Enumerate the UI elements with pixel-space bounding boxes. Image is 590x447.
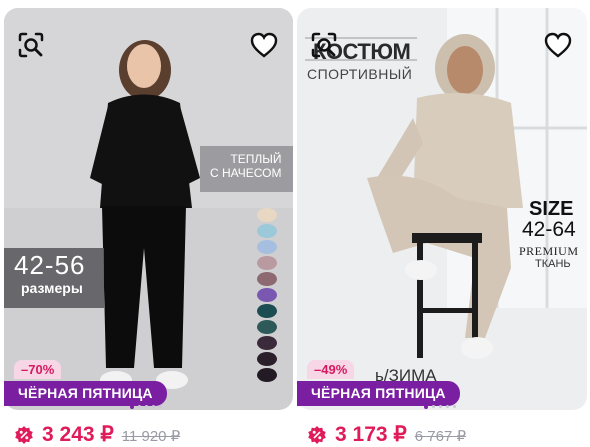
color-swatch xyxy=(257,304,277,318)
product-card[interactable]: ТЕПЛЫЙ С НАЧЕСОМ 42-56 размеры –70% ЧЁРН… xyxy=(4,8,293,447)
price-row: 3 173 ₽ 6 767 ₽ xyxy=(307,422,466,447)
discount-percent-icon xyxy=(308,425,326,444)
carousel-dot xyxy=(424,405,428,409)
color-swatch xyxy=(257,336,277,350)
favorite-heart-icon[interactable] xyxy=(249,30,279,60)
carousel-dots xyxy=(424,405,456,411)
product-photo[interactable]: КОСТЮМ СПОРТИВНЫЙ SIZE 42-64 PREMIUM ТКА… xyxy=(297,8,587,410)
carousel-dot xyxy=(152,405,155,408)
color-swatch xyxy=(257,256,277,270)
color-swatch xyxy=(257,224,277,238)
carousel-dot xyxy=(446,405,449,408)
zoom-search-icon[interactable] xyxy=(309,30,339,60)
color-swatch xyxy=(257,352,277,366)
photo-text-size-range: 42-64 xyxy=(522,218,576,241)
zoom-search-icon[interactable] xyxy=(16,30,46,60)
carousel-dot xyxy=(453,405,456,408)
carousel-dots xyxy=(130,405,162,411)
carousel-dot xyxy=(432,405,435,408)
old-price: 11 920 ₽ xyxy=(121,428,181,445)
price-row: 3 243 ₽ 11 920 ₽ xyxy=(14,422,180,447)
product-card[interactable]: КОСТЮМ СПОРТИВНЫЙ SIZE 42-64 PREMIUM ТКА… xyxy=(297,8,587,447)
color-swatch xyxy=(257,272,277,286)
color-swatch xyxy=(257,288,277,302)
photo-text-premium: PREMIUM xyxy=(519,244,579,258)
color-swatch xyxy=(257,320,277,334)
photo-text-warm-2: С НАЧЕСОМ xyxy=(210,166,282,180)
color-swatch xyxy=(257,368,277,382)
promo-label: ЧЁРНАЯ ПЯТНИЦА xyxy=(297,381,460,406)
carousel-dot xyxy=(439,405,442,408)
carousel-dot xyxy=(145,405,148,408)
price: 3 243 ₽ xyxy=(42,423,114,446)
price: 3 173 ₽ xyxy=(335,423,407,446)
color-swatch xyxy=(257,240,277,254)
discount-percent-icon xyxy=(15,425,33,444)
product-photo[interactable]: ТЕПЛЫЙ С НАЧЕСОМ 42-56 размеры xyxy=(4,8,293,410)
photo-text-warm-1: ТЕПЛЫЙ xyxy=(230,152,282,166)
carousel-dot xyxy=(130,405,134,409)
discount-badge: –49% xyxy=(307,360,355,379)
photo-text-subtitle: СПОРТИВНЫЙ xyxy=(307,66,413,82)
color-swatches xyxy=(254,208,282,384)
product-photo-image xyxy=(4,8,293,410)
old-price: 6 767 ₽ xyxy=(414,428,466,445)
photo-text-size-range: 42-56 xyxy=(14,250,86,280)
carousel-dot xyxy=(138,405,141,408)
promo-label: ЧЁРНАЯ ПЯТНИЦА xyxy=(4,381,167,406)
carousel-dot xyxy=(159,405,162,408)
discount-badge: –70% xyxy=(14,360,62,379)
photo-text-size-label: размеры xyxy=(21,280,83,296)
photo-text-fabric: ТКАНЬ xyxy=(535,258,571,270)
color-swatch xyxy=(257,208,277,222)
favorite-heart-icon[interactable] xyxy=(543,30,573,60)
